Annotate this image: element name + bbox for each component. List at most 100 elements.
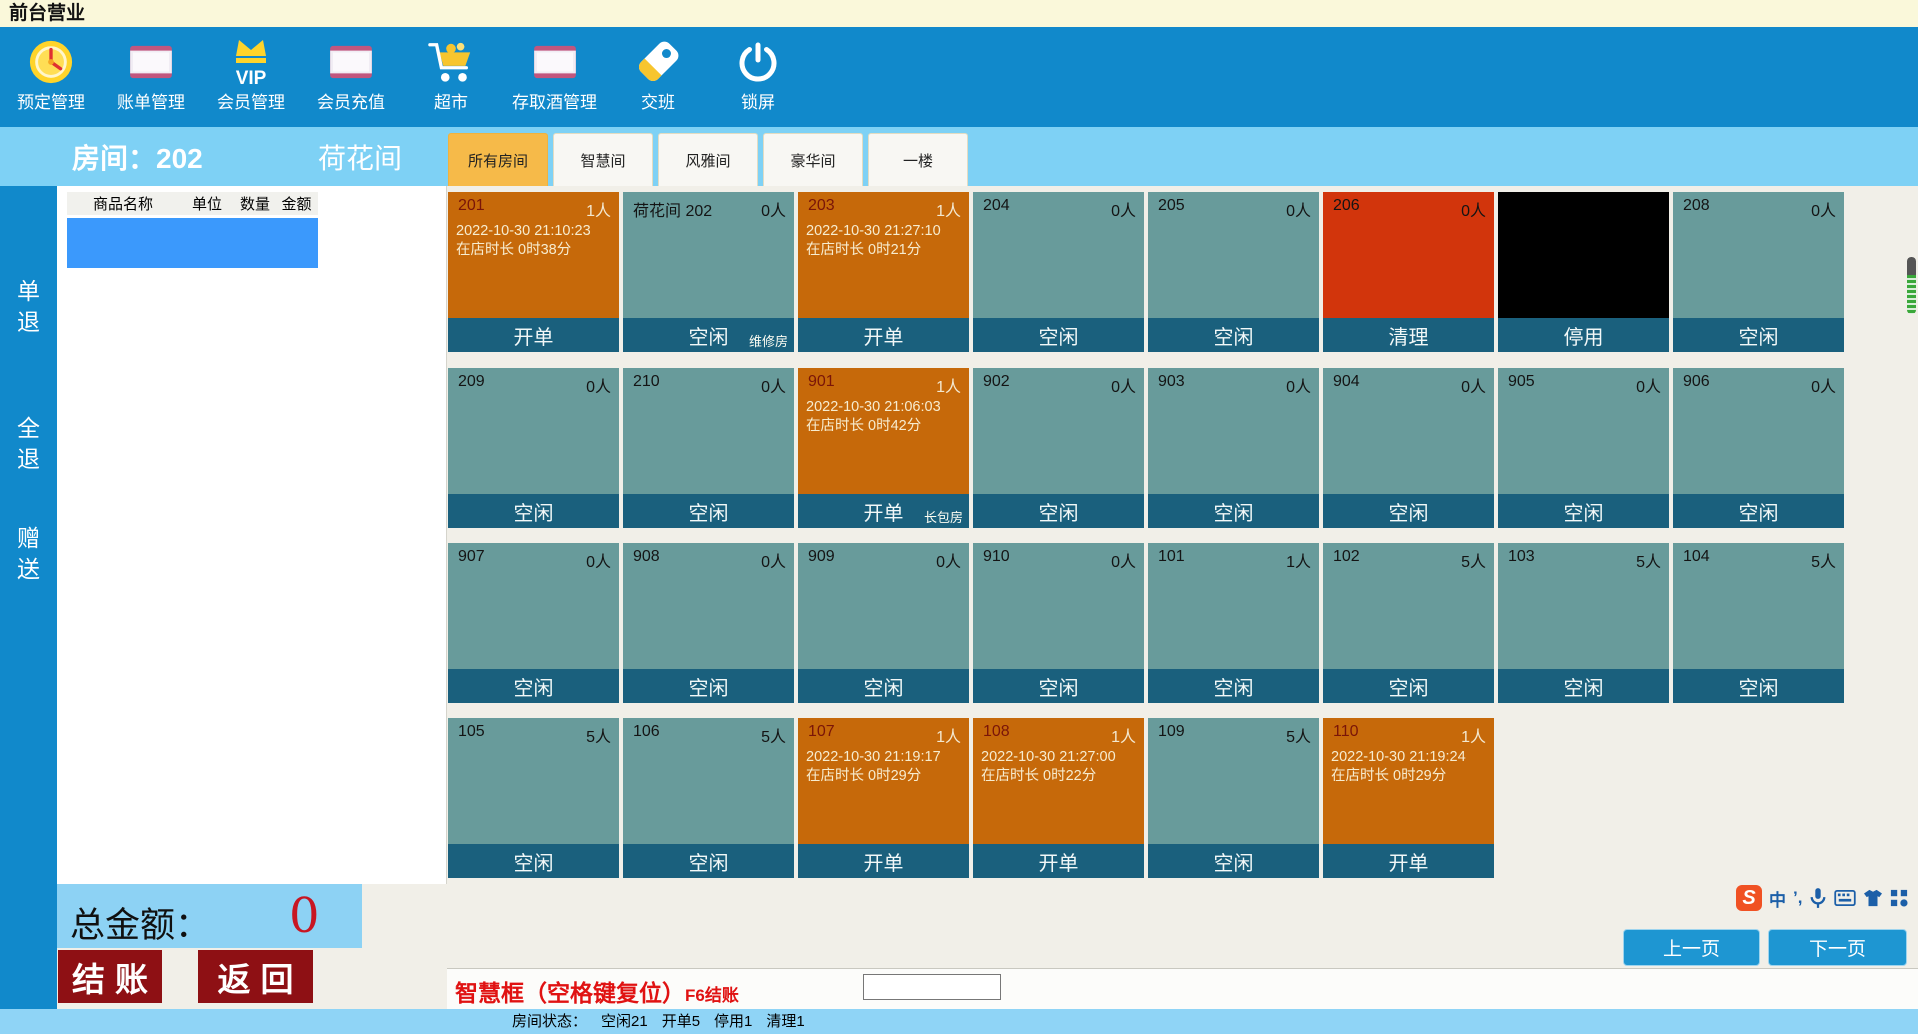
room-person-count: 0人 <box>1461 197 1486 221</box>
keyboard-icon[interactable] <box>1834 890 1856 906</box>
room-card-208[interactable]: 2080人空闲 <box>1673 192 1844 352</box>
toolbar-button[interactable]: 锁屏 <box>719 31 797 113</box>
order-selected-row[interactable] <box>67 218 318 268</box>
room-status-footer: 清理 <box>1323 318 1494 352</box>
room-checkin-info: 2022-10-30 21:27:10在店时长 0时21分 <box>798 221 969 260</box>
room-card-110[interactable]: 1101人2022-10-30 21:19:24在店时长 0时29分开单 <box>1323 718 1494 878</box>
sidebar-item-全退[interactable]: 全退 <box>0 413 57 475</box>
room-card-head: 1025人 <box>1323 543 1494 572</box>
punct-icon[interactable]: ’, <box>1793 888 1802 908</box>
room-number: 205 <box>1158 197 1185 221</box>
room-card-107[interactable]: 1071人2022-10-30 21:19:17在店时长 0时29分开单 <box>798 718 969 878</box>
prev-page-button[interactable]: 上一页 <box>1623 929 1760 966</box>
room-sublabel: 长包房 <box>924 507 963 526</box>
room-card-105[interactable]: 1055人空闲 <box>448 718 619 878</box>
room-card-905[interactable]: 9050人空闲 <box>1498 368 1669 528</box>
room-card[interactable]: 停用 <box>1498 192 1669 352</box>
room-status-footer: 开单 <box>1323 844 1494 878</box>
zh-icon[interactable]: 中 <box>1769 886 1786 911</box>
room-card-102[interactable]: 1025人空闲 <box>1323 543 1494 703</box>
room-person-count: 0人 <box>761 373 786 397</box>
room-number: 109 <box>1158 723 1185 747</box>
room-zone-tabs: 所有房间智慧间风雅间豪华间一楼 <box>448 133 968 186</box>
room-card-荷花间 202[interactable]: 荷花间 2020人空闲维修房 <box>623 192 794 352</box>
room-card-head: 1055人 <box>448 718 619 747</box>
mic-icon[interactable] <box>1809 887 1827 909</box>
room-card-head: 1045人 <box>1673 543 1844 572</box>
room-card-head: 2040人 <box>973 192 1144 221</box>
room-status-footer: 空闲 <box>448 494 619 528</box>
room-status-footer: 空闲 <box>623 669 794 703</box>
room-card-108[interactable]: 1081人2022-10-30 21:27:00在店时长 0时22分开单 <box>973 718 1144 878</box>
toolbar-button[interactable]: 交班 <box>619 31 697 113</box>
room-card-901[interactable]: 9011人2022-10-30 21:06:03在店时长 0时42分开单长包房 <box>798 368 969 528</box>
room-person-count: 5人 <box>586 723 611 747</box>
order-table-header: 商品名称单位数量金额 <box>67 192 318 215</box>
status-count: 停用1 <box>714 1013 752 1030</box>
room-card-head: 1071人 <box>798 718 969 747</box>
tab-豪华间[interactable]: 豪华间 <box>763 133 863 186</box>
room-card-904[interactable]: 9040人空闲 <box>1323 368 1494 528</box>
toolbar-button[interactable]: 账单管理 <box>112 31 190 113</box>
room-card-906[interactable]: 9060人空闲 <box>1673 368 1844 528</box>
room-status-footer: 开单长包房 <box>798 494 969 528</box>
room-card-104[interactable]: 1045人空闲 <box>1673 543 1844 703</box>
power-icon <box>736 31 780 93</box>
room-checkin-info: 2022-10-30 21:19:24在店时长 0时29分 <box>1323 747 1494 786</box>
room-card-206[interactable]: 2060人清理 <box>1323 192 1494 352</box>
sidebar-item-单退[interactable]: 单退 <box>0 276 57 338</box>
toolbar-button[interactable]: 存取酒管理 <box>512 31 597 113</box>
room-card-204[interactable]: 2040人空闲 <box>973 192 1144 352</box>
room-card-103[interactable]: 1035人空闲 <box>1498 543 1669 703</box>
toolbar-button[interactable]: 预定管理 <box>12 31 90 113</box>
room-status-footer: 空闲 <box>1673 318 1844 352</box>
room-card-head: 9050人 <box>1498 368 1669 397</box>
sidebar-item-赠送[interactable]: 赠送 <box>0 523 57 585</box>
room-number: 204 <box>983 197 1010 221</box>
tag-icon <box>635 31 681 93</box>
next-page-button[interactable]: 下一页 <box>1768 929 1907 966</box>
room-card-head: 9060人 <box>1673 368 1844 397</box>
room-person-count: 0人 <box>761 197 786 221</box>
room-card-203[interactable]: 2031人2022-10-30 21:27:10在店时长 0时21分开单 <box>798 192 969 352</box>
room-card-902[interactable]: 9020人空闲 <box>973 368 1144 528</box>
status-bar: 房间状态：空闲21开单5停用1清理1 <box>0 1009 1918 1034</box>
room-card-205[interactable]: 2050人空闲 <box>1148 192 1319 352</box>
back-button[interactable]: 返回 <box>198 950 313 1003</box>
toolbar-button-label: 账单管理 <box>117 93 185 113</box>
room-card-909[interactable]: 9090人空闲 <box>798 543 969 703</box>
room-sublabel: 维修房 <box>749 331 788 350</box>
toolbar-button[interactable]: 会员充值 <box>312 31 390 113</box>
order-column-商品名称: 商品名称 <box>67 193 179 214</box>
room-number: 208 <box>1683 197 1710 221</box>
room-number: 906 <box>1683 373 1710 397</box>
room-card-908[interactable]: 9080人空闲 <box>623 543 794 703</box>
room-card-head: 9070人 <box>448 543 619 572</box>
room-status-footer: 空闲 <box>798 669 969 703</box>
room-card-903[interactable]: 9030人空闲 <box>1148 368 1319 528</box>
grid-icon[interactable] <box>1890 889 1908 907</box>
room-card-101[interactable]: 1011人空闲 <box>1148 543 1319 703</box>
sogou-logo[interactable]: S <box>1736 885 1762 911</box>
room-checkin-info: 2022-10-30 21:10:23在店时长 0时38分 <box>448 221 619 260</box>
shirt-icon[interactable] <box>1863 889 1883 907</box>
room-card-109[interactable]: 1095人空闲 <box>1148 718 1319 878</box>
toolbar-button[interactable]: 超市 <box>412 31 490 113</box>
room-card-head: 9011人 <box>798 368 969 397</box>
room-card-907[interactable]: 9070人空闲 <box>448 543 619 703</box>
room-card-910[interactable]: 9100人空闲 <box>973 543 1144 703</box>
room-card-201[interactable]: 2011人2022-10-30 21:10:23在店时长 0时38分开单 <box>448 192 619 352</box>
tab-智慧间[interactable]: 智慧间 <box>553 133 653 186</box>
tab-所有房间[interactable]: 所有房间 <box>448 133 548 186</box>
checkout-button[interactable]: 结账 <box>58 950 162 1003</box>
smart-box-input[interactable] <box>863 974 1001 1000</box>
room-card-210[interactable]: 2100人空闲 <box>623 368 794 528</box>
tab-一楼[interactable]: 一楼 <box>868 133 968 186</box>
scrollbar-thumb[interactable] <box>1907 257 1916 314</box>
room-card-209[interactable]: 2090人空闲 <box>448 368 619 528</box>
room-status-footer: 空闲 <box>1673 669 1844 703</box>
room-status-footer: 空闲维修房 <box>623 318 794 352</box>
tab-风雅间[interactable]: 风雅间 <box>658 133 758 186</box>
room-card-106[interactable]: 1065人空闲 <box>623 718 794 878</box>
toolbar-button[interactable]: VIP会员管理 <box>212 31 290 113</box>
